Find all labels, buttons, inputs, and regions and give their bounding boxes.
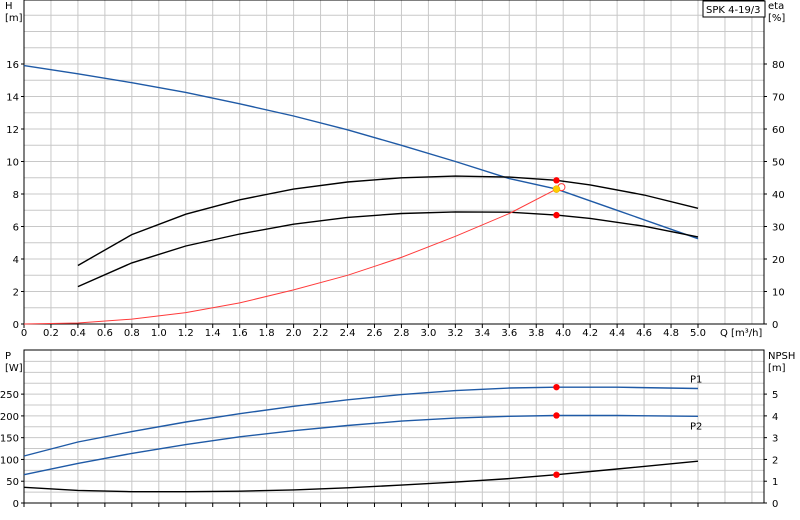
x-tick-label: 0.2 bbox=[43, 328, 59, 339]
y-tick-left: 50 bbox=[6, 477, 19, 488]
duty-point-marker bbox=[553, 211, 560, 219]
y-tick-right: 0 bbox=[772, 499, 778, 510]
duty-point-marker bbox=[553, 177, 560, 184]
y-tick-right: 20 bbox=[772, 255, 785, 266]
pump-curve-chart: 024681012141601020304050607080H[m]eta[%]… bbox=[0, 0, 795, 510]
x-tick-label: 3.0 bbox=[420, 328, 436, 339]
y-tick-left: 250 bbox=[0, 390, 19, 401]
y-tick-right: 30 bbox=[772, 223, 785, 234]
y-axis-label-right: NPSH bbox=[768, 351, 795, 362]
y-tick-right: 40 bbox=[772, 190, 785, 201]
y-tick-left: 4 bbox=[13, 255, 19, 266]
y-tick-right: 4 bbox=[772, 412, 778, 423]
y-axis-unit-right: [m] bbox=[768, 363, 786, 374]
x-tick-label: 3.2 bbox=[447, 328, 463, 339]
x-tick-label: 2.0 bbox=[286, 328, 302, 339]
x-tick-label: 2.2 bbox=[313, 328, 329, 339]
operating-point-marker bbox=[552, 185, 561, 193]
series-label-p2: P2 bbox=[690, 421, 702, 432]
duty-point-marker bbox=[553, 471, 560, 478]
x-tick-label: 3.8 bbox=[528, 328, 544, 339]
x-tick-label: 1.2 bbox=[178, 328, 194, 339]
y-axis-label-left: H bbox=[5, 1, 13, 12]
y-tick-left: 100 bbox=[0, 455, 19, 466]
x-tick-label: 5.0 bbox=[690, 328, 706, 339]
y-tick-left: 6 bbox=[13, 223, 19, 234]
y-tick-left: 150 bbox=[0, 434, 19, 445]
y-tick-right: 1 bbox=[772, 477, 778, 488]
y-tick-left: 2 bbox=[13, 288, 19, 299]
series-line-0-3 bbox=[23, 188, 557, 325]
y-tick-right: 60 bbox=[772, 125, 785, 136]
y-tick-right: 80 bbox=[772, 60, 785, 71]
y-tick-right: 70 bbox=[772, 93, 785, 104]
y-tick-right: 3 bbox=[772, 434, 778, 445]
y-tick-right: 0 bbox=[772, 320, 778, 331]
y-tick-right: 2 bbox=[772, 455, 778, 466]
x-tick-label: 1.0 bbox=[151, 328, 167, 339]
y-tick-left: 0 bbox=[13, 499, 19, 510]
y-tick-right: 50 bbox=[772, 158, 785, 169]
y-tick-right: 10 bbox=[772, 288, 785, 299]
x-tick-label: 0 bbox=[21, 328, 27, 339]
series-line-0-0 bbox=[23, 64, 699, 240]
series-line-1-2 bbox=[23, 460, 699, 493]
x-tick-label: 4.8 bbox=[663, 328, 679, 339]
x-tick-label: 1.6 bbox=[232, 328, 248, 339]
series-line-p1 bbox=[23, 386, 699, 457]
x-tick-label: 3.6 bbox=[501, 328, 517, 339]
x-tick-label: 0.4 bbox=[70, 328, 86, 339]
x-tick-label: 4.2 bbox=[582, 328, 598, 339]
x-tick-label: 2.8 bbox=[393, 328, 409, 339]
y-tick-left: 0 bbox=[13, 320, 19, 331]
grid-layer bbox=[24, 0, 764, 503]
x-tick-label: 0.8 bbox=[124, 328, 140, 339]
series-line-p2 bbox=[23, 414, 699, 476]
y-axis-unit-left: [W] bbox=[5, 363, 23, 374]
y-tick-left: 14 bbox=[6, 93, 19, 104]
series-label-p1: P1 bbox=[690, 374, 702, 385]
x-tick-label: 1.8 bbox=[259, 328, 275, 339]
y-axis-label-left: P bbox=[5, 351, 11, 362]
y-tick-left: 200 bbox=[0, 412, 19, 423]
x-axis-label: Q [m³/h] bbox=[720, 328, 762, 339]
x-tick-label: 0.6 bbox=[97, 328, 113, 339]
duty-point-marker bbox=[553, 383, 560, 391]
title-box-label: SPK 4-19/3 bbox=[706, 5, 761, 16]
duty-point-marker bbox=[553, 412, 560, 419]
series-layer bbox=[23, 64, 699, 493]
y-axis-label-right: eta bbox=[768, 1, 784, 12]
x-tick-label: 4.6 bbox=[636, 328, 652, 339]
y-tick-left: 16 bbox=[6, 60, 19, 71]
x-tick-label: 4.4 bbox=[609, 328, 625, 339]
x-tick-label: 1.4 bbox=[205, 328, 221, 339]
x-tick-label: 2.4 bbox=[340, 328, 356, 339]
y-axis-unit-right: [%] bbox=[768, 13, 785, 24]
x-tick-label: 2.6 bbox=[367, 328, 383, 339]
y-axis-unit-left: [m] bbox=[5, 13, 23, 24]
y-tick-left: 12 bbox=[6, 125, 19, 136]
y-tick-left: 10 bbox=[6, 158, 19, 169]
x-tick-label: 3.4 bbox=[474, 328, 490, 339]
x-tick-label: 4.0 bbox=[555, 328, 571, 339]
y-tick-left: 8 bbox=[13, 190, 19, 201]
y-tick-right: 5 bbox=[772, 390, 778, 401]
